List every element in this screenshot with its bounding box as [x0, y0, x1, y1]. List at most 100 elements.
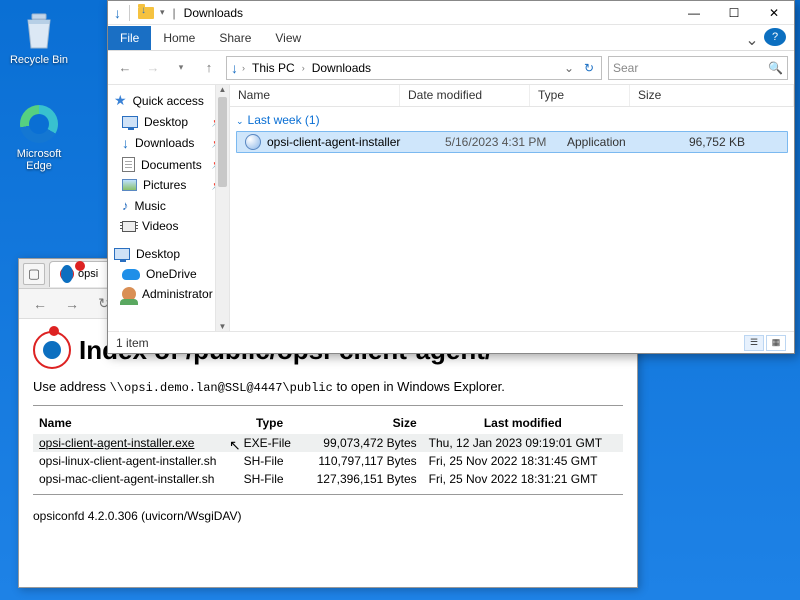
- col-size[interactable]: Size: [302, 412, 423, 434]
- file-type: SH-File: [238, 470, 302, 488]
- divider: [33, 405, 623, 406]
- new-tab-button[interactable]: ▢: [23, 263, 45, 285]
- ribbon-tab-home[interactable]: Home: [151, 26, 207, 50]
- file-link: opsi-mac-client-agent-installer.sh: [33, 470, 238, 488]
- sidebar-desktop-group[interactable]: Desktop: [108, 244, 229, 264]
- sidebar-scrollbar[interactable]: ▲ ▼: [215, 85, 229, 331]
- desktop-icon-edge[interactable]: Microsoft Edge: [4, 104, 74, 172]
- address-bar[interactable]: ↓ › This PC › Downloads ⌄ ↻: [226, 56, 602, 80]
- scrollbar-thumb[interactable]: [218, 97, 227, 187]
- user-icon: [122, 287, 136, 301]
- refresh-button[interactable]: ↻: [579, 61, 599, 75]
- search-box[interactable]: Sear 🔍: [608, 56, 788, 80]
- up-button[interactable]: ↑: [198, 57, 220, 79]
- down-arrow-icon: ↓: [229, 60, 240, 76]
- pictures-icon: [122, 179, 137, 191]
- column-type[interactable]: Type: [530, 85, 630, 106]
- back-button[interactable]: ←: [31, 296, 49, 312]
- sidebar-item-music[interactable]: ♪Music: [108, 195, 229, 216]
- application-icon: [245, 134, 261, 150]
- breadcrumb-segment[interactable]: Downloads: [307, 59, 376, 77]
- chevron-right-icon[interactable]: ›: [302, 63, 305, 73]
- chevron-right-icon[interactable]: ›: [242, 63, 245, 73]
- sidebar-item-downloads[interactable]: ↓Downloads📌: [108, 132, 229, 154]
- desktop-icon-label: Recycle Bin: [4, 54, 74, 66]
- sidebar-label: Desktop: [136, 247, 180, 261]
- minimize-button[interactable]: —: [674, 1, 714, 25]
- monitor-icon: [122, 116, 138, 128]
- downloads-icon: ↓: [122, 135, 129, 151]
- unc-path: \\opsi.demo.lan@SSL@4447\public: [110, 381, 333, 395]
- file-link: opsi-linux-client-agent-installer.sh: [33, 452, 238, 470]
- sidebar-item-administrator[interactable]: Administrator: [108, 284, 229, 304]
- col-name[interactable]: Name: [33, 412, 238, 434]
- instr-prefix: Use address: [33, 379, 110, 394]
- back-button[interactable]: ←: [114, 57, 136, 79]
- close-button[interactable]: ✕: [754, 1, 794, 25]
- down-arrow-icon: ↓: [114, 5, 121, 21]
- group-header[interactable]: ⌄Last week (1): [230, 107, 794, 129]
- col-modified[interactable]: Last modified: [423, 412, 623, 434]
- sidebar-label: Quick access: [133, 94, 204, 108]
- ribbon-tab-file[interactable]: File: [108, 26, 151, 50]
- maximize-button[interactable]: ☐: [714, 1, 754, 25]
- file-size: 110,797,117 Bytes: [302, 452, 423, 470]
- table-row[interactable]: opsi-client-agent-installer.exe EXE-File…: [33, 434, 623, 452]
- monitor-icon: [114, 248, 130, 260]
- status-bar: 1 item ☰ ▦: [108, 331, 794, 353]
- server-footer: opsiconfd 4.2.0.306 (uvicorn/WsgiDAV): [33, 509, 623, 523]
- recent-locations-button[interactable]: ▾: [170, 57, 192, 79]
- forward-button[interactable]: →: [142, 57, 164, 79]
- table-row[interactable]: opsi-linux-client-agent-installer.sh SH-…: [33, 452, 623, 470]
- file-size: 127,396,151 Bytes: [302, 470, 423, 488]
- sidebar-quick-access[interactable]: ★ Quick access: [108, 89, 229, 112]
- sidebar-item-documents[interactable]: Documents📌: [108, 154, 229, 175]
- ribbon-tab-share[interactable]: Share: [207, 26, 263, 50]
- chevron-down-icon: ⌄: [236, 116, 244, 126]
- sidebar-label: Pictures: [143, 178, 186, 192]
- titlebar[interactable]: ↓ ▾ | Downloads — ☐ ✕: [108, 1, 794, 25]
- sidebar-label: Downloads: [135, 136, 194, 150]
- directory-listing-table: Name Type Size Last modified opsi-client…: [33, 412, 623, 488]
- file-row[interactable]: opsi-client-agent-installer 5/16/2023 4:…: [236, 131, 788, 153]
- file-size: 96,752 KB: [657, 135, 785, 149]
- explorer-window: ↓ ▾ | Downloads — ☐ ✕ File Home Share Vi…: [107, 0, 795, 354]
- sidebar-item-desktop[interactable]: Desktop📌: [108, 112, 229, 132]
- thumbnails-view-button[interactable]: ▦: [766, 335, 786, 351]
- column-date[interactable]: Date modified: [400, 85, 530, 106]
- table-header-row: Name Type Size Last modified: [33, 412, 623, 434]
- col-type[interactable]: Type: [238, 412, 302, 434]
- file-modified: Thu, 12 Jan 2023 09:19:01 GMT: [423, 434, 623, 452]
- help-button[interactable]: ?: [764, 28, 786, 46]
- forward-button[interactable]: →: [63, 296, 81, 312]
- column-name[interactable]: Name: [230, 85, 400, 106]
- search-placeholder: Sear: [613, 61, 638, 75]
- ribbon-expand-button[interactable]: ⌄: [740, 30, 764, 50]
- scroll-down-icon[interactable]: ▼: [216, 322, 229, 331]
- chevron-down-icon[interactable]: ▾: [160, 7, 165, 18]
- table-row[interactable]: opsi-mac-client-agent-installer.sh SH-Fi…: [33, 470, 623, 488]
- search-icon: 🔍: [768, 61, 783, 75]
- video-icon: [122, 221, 136, 232]
- sidebar-item-videos[interactable]: Videos: [108, 216, 229, 236]
- cursor-icon: ↖: [229, 437, 241, 454]
- sidebar-item-onedrive[interactable]: OneDrive: [108, 264, 229, 284]
- file-type: EXE-File: [238, 434, 302, 452]
- breadcrumb-segment[interactable]: This PC: [247, 59, 300, 77]
- sidebar-item-pictures[interactable]: Pictures📌: [108, 175, 229, 195]
- desktop-icon-recycle-bin[interactable]: Recycle Bin: [4, 10, 74, 66]
- file-link: opsi-client-agent-installer.exe: [33, 434, 238, 452]
- ribbon-tab-view[interactable]: View: [263, 26, 313, 50]
- file-list-pane: Name Date modified Type Size ⌄Last week …: [230, 85, 794, 331]
- scroll-up-icon[interactable]: ▲: [216, 85, 229, 94]
- onedrive-icon: [122, 269, 140, 280]
- window-title: Downloads: [184, 6, 243, 20]
- column-size[interactable]: Size: [630, 85, 794, 106]
- edge-icon: [19, 104, 59, 144]
- address-dropdown-button[interactable]: ⌄: [561, 61, 577, 75]
- details-view-button[interactable]: ☰: [744, 335, 764, 351]
- sidebar-label: Desktop: [144, 115, 188, 129]
- file-size: 99,073,472 Bytes: [302, 434, 423, 452]
- file-type: SH-File: [238, 452, 302, 470]
- divider: [33, 494, 623, 495]
